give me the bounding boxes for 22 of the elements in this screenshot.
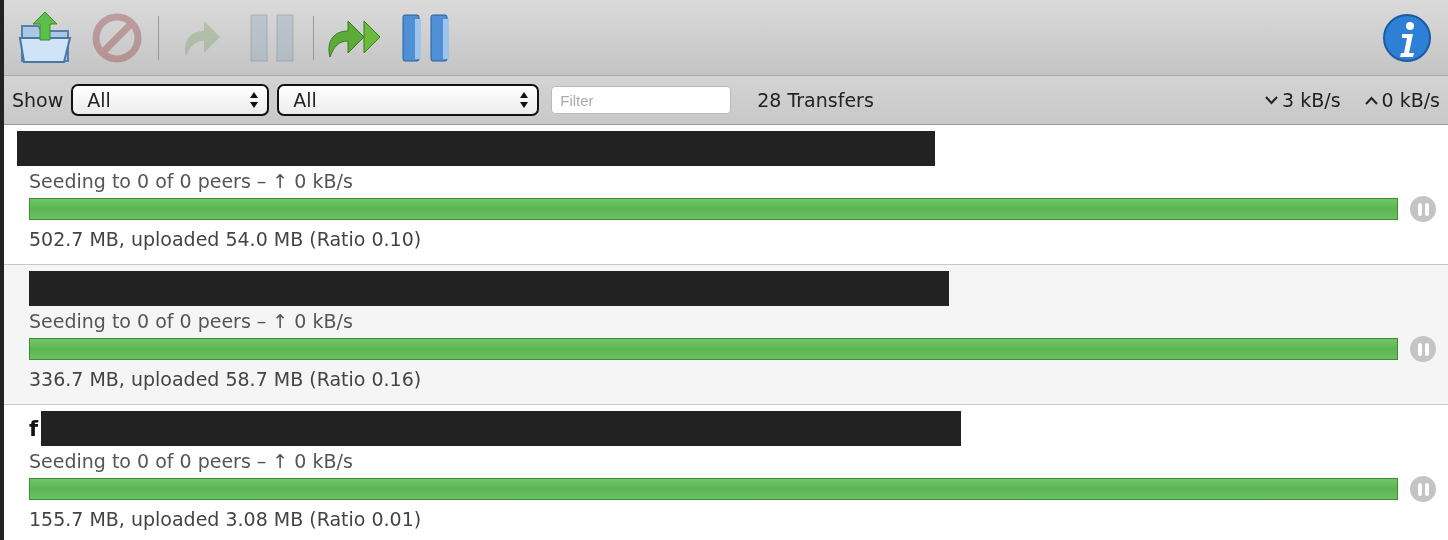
- filter-dropdown[interactable]: All: [277, 84, 540, 116]
- transfer-count: 28 Transfers: [757, 89, 874, 111]
- stepper-icon: [519, 91, 530, 109]
- transfer-name: f: [29, 416, 39, 441]
- chevron-down-icon: [1265, 95, 1279, 105]
- pause-button[interactable]: [1410, 476, 1436, 502]
- folder-upload-icon: [16, 9, 74, 66]
- transfer-status: Seeding to 0 of 0 peers – ↑ 0 kB/s: [29, 310, 354, 332]
- show-label: Show: [12, 89, 64, 111]
- pause-icon: [249, 12, 295, 63]
- stepper-icon: [249, 91, 260, 109]
- pause-button[interactable]: [1410, 336, 1436, 362]
- pause-button[interactable]: [1410, 196, 1436, 222]
- filter-field[interactable]: Filter: [551, 86, 732, 114]
- no-entry-icon: [92, 12, 142, 63]
- filter-dropdown[interactable]: All: [71, 84, 270, 116]
- transfer-status: Seeding to 0 of 0 peers – ↑ 0 kB/s: [29, 450, 354, 472]
- upload-speed: 0 kB/s: [1381, 89, 1440, 111]
- info-icon: [1382, 12, 1432, 63]
- chevron-up-icon: [1364, 95, 1378, 105]
- download-speed: 3 kB/s: [1282, 89, 1341, 111]
- transfer-status: Seeding to 0 of 0 peers – ↑ 0 kB/s: [29, 170, 354, 192]
